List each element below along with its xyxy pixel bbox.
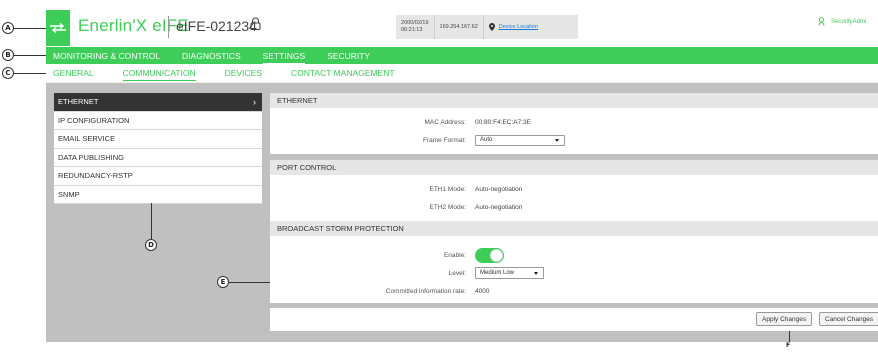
ip-text: 169.254.167.62 bbox=[439, 24, 478, 30]
side-menu-item-label: REDUNDANCY-RSTP bbox=[58, 171, 133, 181]
broadcast-storm-panel: BROADCAST STORM PROTECTION Enable: Level… bbox=[270, 221, 878, 303]
cir-value: 4000 bbox=[475, 287, 490, 295]
callout-f: F bbox=[785, 342, 791, 349]
enable-label: Enable: bbox=[443, 251, 466, 259]
exchange-arrows-icon bbox=[50, 23, 66, 33]
cancel-changes-button[interactable]: Cancel Changes bbox=[819, 312, 878, 326]
map-pin-icon bbox=[488, 23, 495, 31]
callout-c-leader bbox=[14, 73, 46, 74]
side-menu-item-data-publishing[interactable]: DATA PUBLISHING bbox=[54, 149, 262, 167]
device-name: eIFE-021234 bbox=[176, 18, 257, 34]
brand-logo bbox=[46, 10, 70, 46]
caret-down-icon bbox=[534, 271, 538, 275]
callout-e-leader bbox=[229, 282, 270, 283]
tab-monitoring-control[interactable]: MONITORING & CONTROL bbox=[53, 51, 160, 61]
frame-format-row: Frame Format: Auto bbox=[270, 133, 878, 147]
callout-b: B bbox=[2, 49, 14, 61]
cir-label: Committed information rate: bbox=[385, 287, 466, 295]
callout-a-leader bbox=[14, 28, 46, 29]
mac-address-label: MAC Address: bbox=[424, 118, 466, 126]
callout-b-leader bbox=[14, 55, 46, 56]
callout-a: A bbox=[2, 22, 14, 34]
eth1-mode-label: ETH1 Mode: bbox=[429, 185, 467, 193]
content-area: ETHERNET › IP CONFIGURATION EMAIL SERVIC… bbox=[46, 83, 878, 342]
callout-c: C bbox=[2, 67, 14, 79]
apply-changes-button[interactable]: Apply Changes bbox=[756, 312, 813, 326]
user-menu[interactable]: SecurityAdmi bbox=[818, 17, 866, 26]
subtab-general[interactable]: GENERAL bbox=[53, 68, 94, 78]
sub-nav: GENERAL COMMUNICATION DEVICES CONTACT MA… bbox=[46, 64, 878, 83]
caret-down-icon bbox=[555, 138, 559, 142]
port-control-panel-title: PORT CONTROL bbox=[270, 160, 878, 175]
mac-address-value: 00:80:F4:EC:A7:3E bbox=[475, 118, 532, 126]
side-menu: ETHERNET › IP CONFIGURATION EMAIL SERVIC… bbox=[54, 93, 262, 204]
main-nav: MONITORING & CONTROL DIAGNOSTICS SETTING… bbox=[46, 47, 878, 64]
tab-settings[interactable]: SETTINGS bbox=[262, 51, 305, 64]
enable-row: Enable: bbox=[270, 247, 878, 263]
chevron-right-icon: › bbox=[253, 96, 256, 107]
eth1-mode-value: Auto-negotiation bbox=[475, 185, 523, 193]
side-menu-item-email-service[interactable]: EMAIL SERVICE bbox=[54, 130, 262, 149]
eth2-mode-row: ETH2 Mode: Auto-negotiation bbox=[270, 200, 878, 214]
subtab-contact-management[interactable]: CONTACT MANAGEMENT bbox=[291, 68, 395, 78]
side-menu-item-label: ETHERNET bbox=[58, 97, 99, 107]
enable-toggle[interactable] bbox=[475, 247, 504, 263]
frame-format-label: Frame Format: bbox=[423, 136, 466, 144]
ip-address: 169.254.167.62 bbox=[435, 15, 484, 39]
time-text: 06:21:13 bbox=[401, 27, 423, 33]
device-location-link[interactable]: Device Location bbox=[499, 24, 538, 30]
side-menu-item-snmp[interactable]: SNMP bbox=[54, 186, 262, 204]
level-select[interactable]: Medium Low bbox=[475, 267, 544, 279]
port-control-panel: PORT CONTROL ETH1 Mode: Auto-negotiation… bbox=[270, 160, 878, 221]
level-value: Medium Low bbox=[480, 270, 515, 276]
device-location[interactable]: Device Location bbox=[484, 15, 578, 39]
side-menu-item-label: DATA PUBLISHING bbox=[58, 152, 124, 162]
callout-d: D bbox=[145, 239, 157, 251]
date-text: 2000/02/19 bbox=[401, 20, 429, 26]
header-divider bbox=[168, 16, 169, 38]
side-menu-item-ethernet[interactable]: ETHERNET › bbox=[54, 93, 262, 112]
side-menu-item-label: SNMP bbox=[58, 189, 80, 199]
subtab-communication[interactable]: COMMUNICATION bbox=[122, 68, 196, 81]
frame-format-select[interactable]: Auto bbox=[475, 134, 565, 146]
toggle-knob bbox=[490, 248, 503, 262]
tab-security[interactable]: SECURITY bbox=[327, 51, 370, 61]
mac-address-row: MAC Address: 00:80:F4:EC:A7:3E bbox=[270, 115, 878, 129]
side-menu-item-label: EMAIL SERVICE bbox=[58, 134, 116, 144]
device-info-strip: 2000/02/19 06:21:13 169.254.167.62 Devic… bbox=[396, 15, 578, 39]
lock-icon[interactable] bbox=[250, 17, 261, 35]
level-row: Level: Medium Low bbox=[270, 266, 878, 280]
cir-row: Committed information rate: 4000 bbox=[270, 284, 878, 298]
user-icon bbox=[818, 17, 825, 26]
frame-format-value: Auto bbox=[480, 137, 493, 143]
eth2-mode-value: Auto-negotiation bbox=[475, 203, 523, 211]
action-bar: Apply Changes Cancel Changes bbox=[270, 308, 878, 331]
date-time: 2000/02/19 06:21:13 bbox=[396, 15, 435, 39]
ethernet-panel: ETHERNET MAC Address: 00:80:F4:EC:A7:3E … bbox=[270, 93, 878, 154]
user-name: SecurityAdmi bbox=[831, 18, 867, 25]
eth1-mode-row: ETH1 Mode: Auto-negotiation bbox=[270, 182, 878, 196]
brand-title: Enerlin'X eIFE bbox=[78, 16, 189, 35]
callout-f-leader bbox=[789, 331, 790, 342]
side-menu-item-ip-configuration[interactable]: IP CONFIGURATION bbox=[54, 112, 262, 130]
side-menu-item-redundancy-rstp[interactable]: REDUNDANCY-RSTP bbox=[54, 167, 262, 186]
eth2-mode-label: ETH2 Mode: bbox=[429, 203, 467, 211]
ethernet-panel-title: ETHERNET bbox=[270, 93, 878, 108]
broadcast-storm-panel-title: BROADCAST STORM PROTECTION bbox=[270, 221, 878, 236]
callout-e: E bbox=[217, 276, 229, 288]
level-label: Level: bbox=[448, 269, 466, 277]
side-menu-item-label: IP CONFIGURATION bbox=[58, 115, 130, 125]
subtab-devices[interactable]: DEVICES bbox=[225, 68, 262, 78]
callout-d-leader bbox=[151, 203, 152, 239]
tab-diagnostics[interactable]: DIAGNOSTICS bbox=[182, 51, 241, 61]
